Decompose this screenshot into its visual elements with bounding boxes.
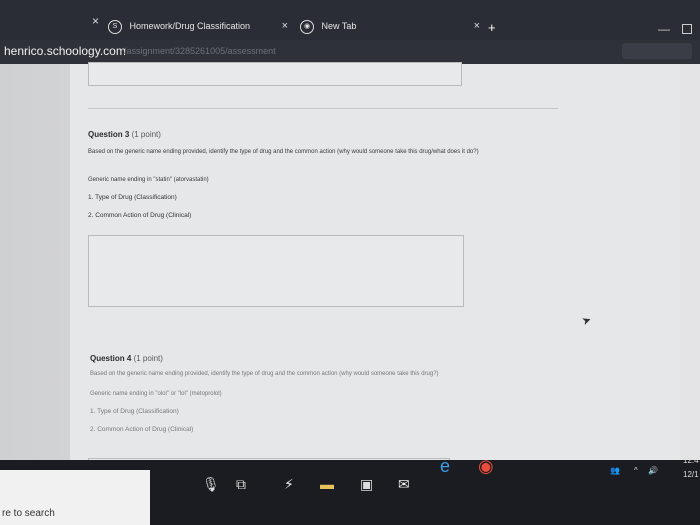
clock-time[interactable]: 12:4 bbox=[683, 456, 699, 465]
schoology-icon: S bbox=[108, 19, 122, 34]
task-view-icon[interactable]: ⧉ bbox=[236, 476, 246, 493]
chevron-up-icon[interactable]: ^ bbox=[634, 466, 638, 475]
extension-area bbox=[622, 43, 692, 59]
chrome-icon[interactable]: ◉ bbox=[478, 456, 494, 477]
lightning-icon[interactable]: ⚡ bbox=[284, 476, 294, 493]
address-bar[interactable]: henrico.schoology.com /assignment/328526… bbox=[0, 40, 700, 64]
people-icon[interactable]: 👥 bbox=[610, 466, 620, 475]
clock-date[interactable]: 12/1 bbox=[683, 470, 699, 479]
question-3-ending: Generic name ending in "statin" (atorvas… bbox=[88, 177, 209, 183]
close-icon[interactable]: × bbox=[92, 14, 99, 28]
url-host: henrico.schoology.com bbox=[4, 44, 126, 58]
page-content: Question 3 (1 point) Based on the generi… bbox=[0, 62, 700, 470]
question-3-item-2: 2. Common Action of Drug (Clinical) bbox=[88, 212, 192, 219]
edge-icon[interactable]: e bbox=[440, 456, 450, 477]
question-4-item-2: 2. Common Action of Drug (Clinical) bbox=[90, 426, 194, 433]
question-3-item-1: 1. Type of Drug (Classification) bbox=[88, 194, 177, 201]
url-path: /assignment/3285261005/assessment bbox=[124, 46, 276, 56]
tab-label: New Tab bbox=[321, 21, 357, 31]
new-tab-button[interactable]: + bbox=[488, 20, 496, 35]
close-icon[interactable]: × bbox=[282, 12, 288, 40]
volume-icon[interactable]: 🔊 bbox=[648, 466, 658, 475]
assessment-card: Question 3 (1 point) Based on the generi… bbox=[70, 62, 680, 470]
tab-homework[interactable]: S Homework/Drug Classification × bbox=[108, 12, 298, 40]
question-3-title: Question 3 (1 point) bbox=[88, 130, 161, 139]
browser-tab-strip: × S Homework/Drug Classification × ◉ New… bbox=[0, 0, 700, 40]
tab-new-tab[interactable]: ◉ New Tab × bbox=[300, 12, 490, 40]
question-4-ending: Generic name ending in "olol" or "lol" (… bbox=[90, 391, 222, 397]
maximize-icon[interactable] bbox=[682, 24, 692, 34]
answer-box-previous[interactable] bbox=[88, 62, 462, 86]
microphone-icon[interactable]: 🎙 bbox=[202, 476, 220, 493]
question-3-prompt: Based on the generic name ending provide… bbox=[88, 149, 479, 155]
minimize-icon[interactable]: — bbox=[658, 22, 670, 36]
mouse-cursor-icon: ➤ bbox=[580, 313, 594, 329]
answer-box-question-3[interactable] bbox=[88, 235, 464, 307]
store-icon[interactable]: ▣ bbox=[360, 476, 373, 493]
chrome-tab-icon: ◉ bbox=[300, 19, 314, 34]
question-4-title: Question 4 (1 point) bbox=[90, 354, 163, 363]
divider bbox=[88, 108, 558, 109]
mail-icon[interactable]: ✉ bbox=[398, 476, 410, 493]
close-icon[interactable]: × bbox=[474, 12, 480, 40]
tab-label: Homework/Drug Classification bbox=[129, 21, 251, 31]
file-explorer-icon[interactable]: ▬ bbox=[320, 476, 334, 492]
search-placeholder: re to search bbox=[2, 508, 55, 519]
taskbar-search-box[interactable]: re to search bbox=[0, 470, 150, 525]
question-4-prompt: Based on the generic name ending provide… bbox=[90, 371, 439, 377]
question-4-item-1: 1. Type of Drug (Classification) bbox=[90, 408, 179, 415]
